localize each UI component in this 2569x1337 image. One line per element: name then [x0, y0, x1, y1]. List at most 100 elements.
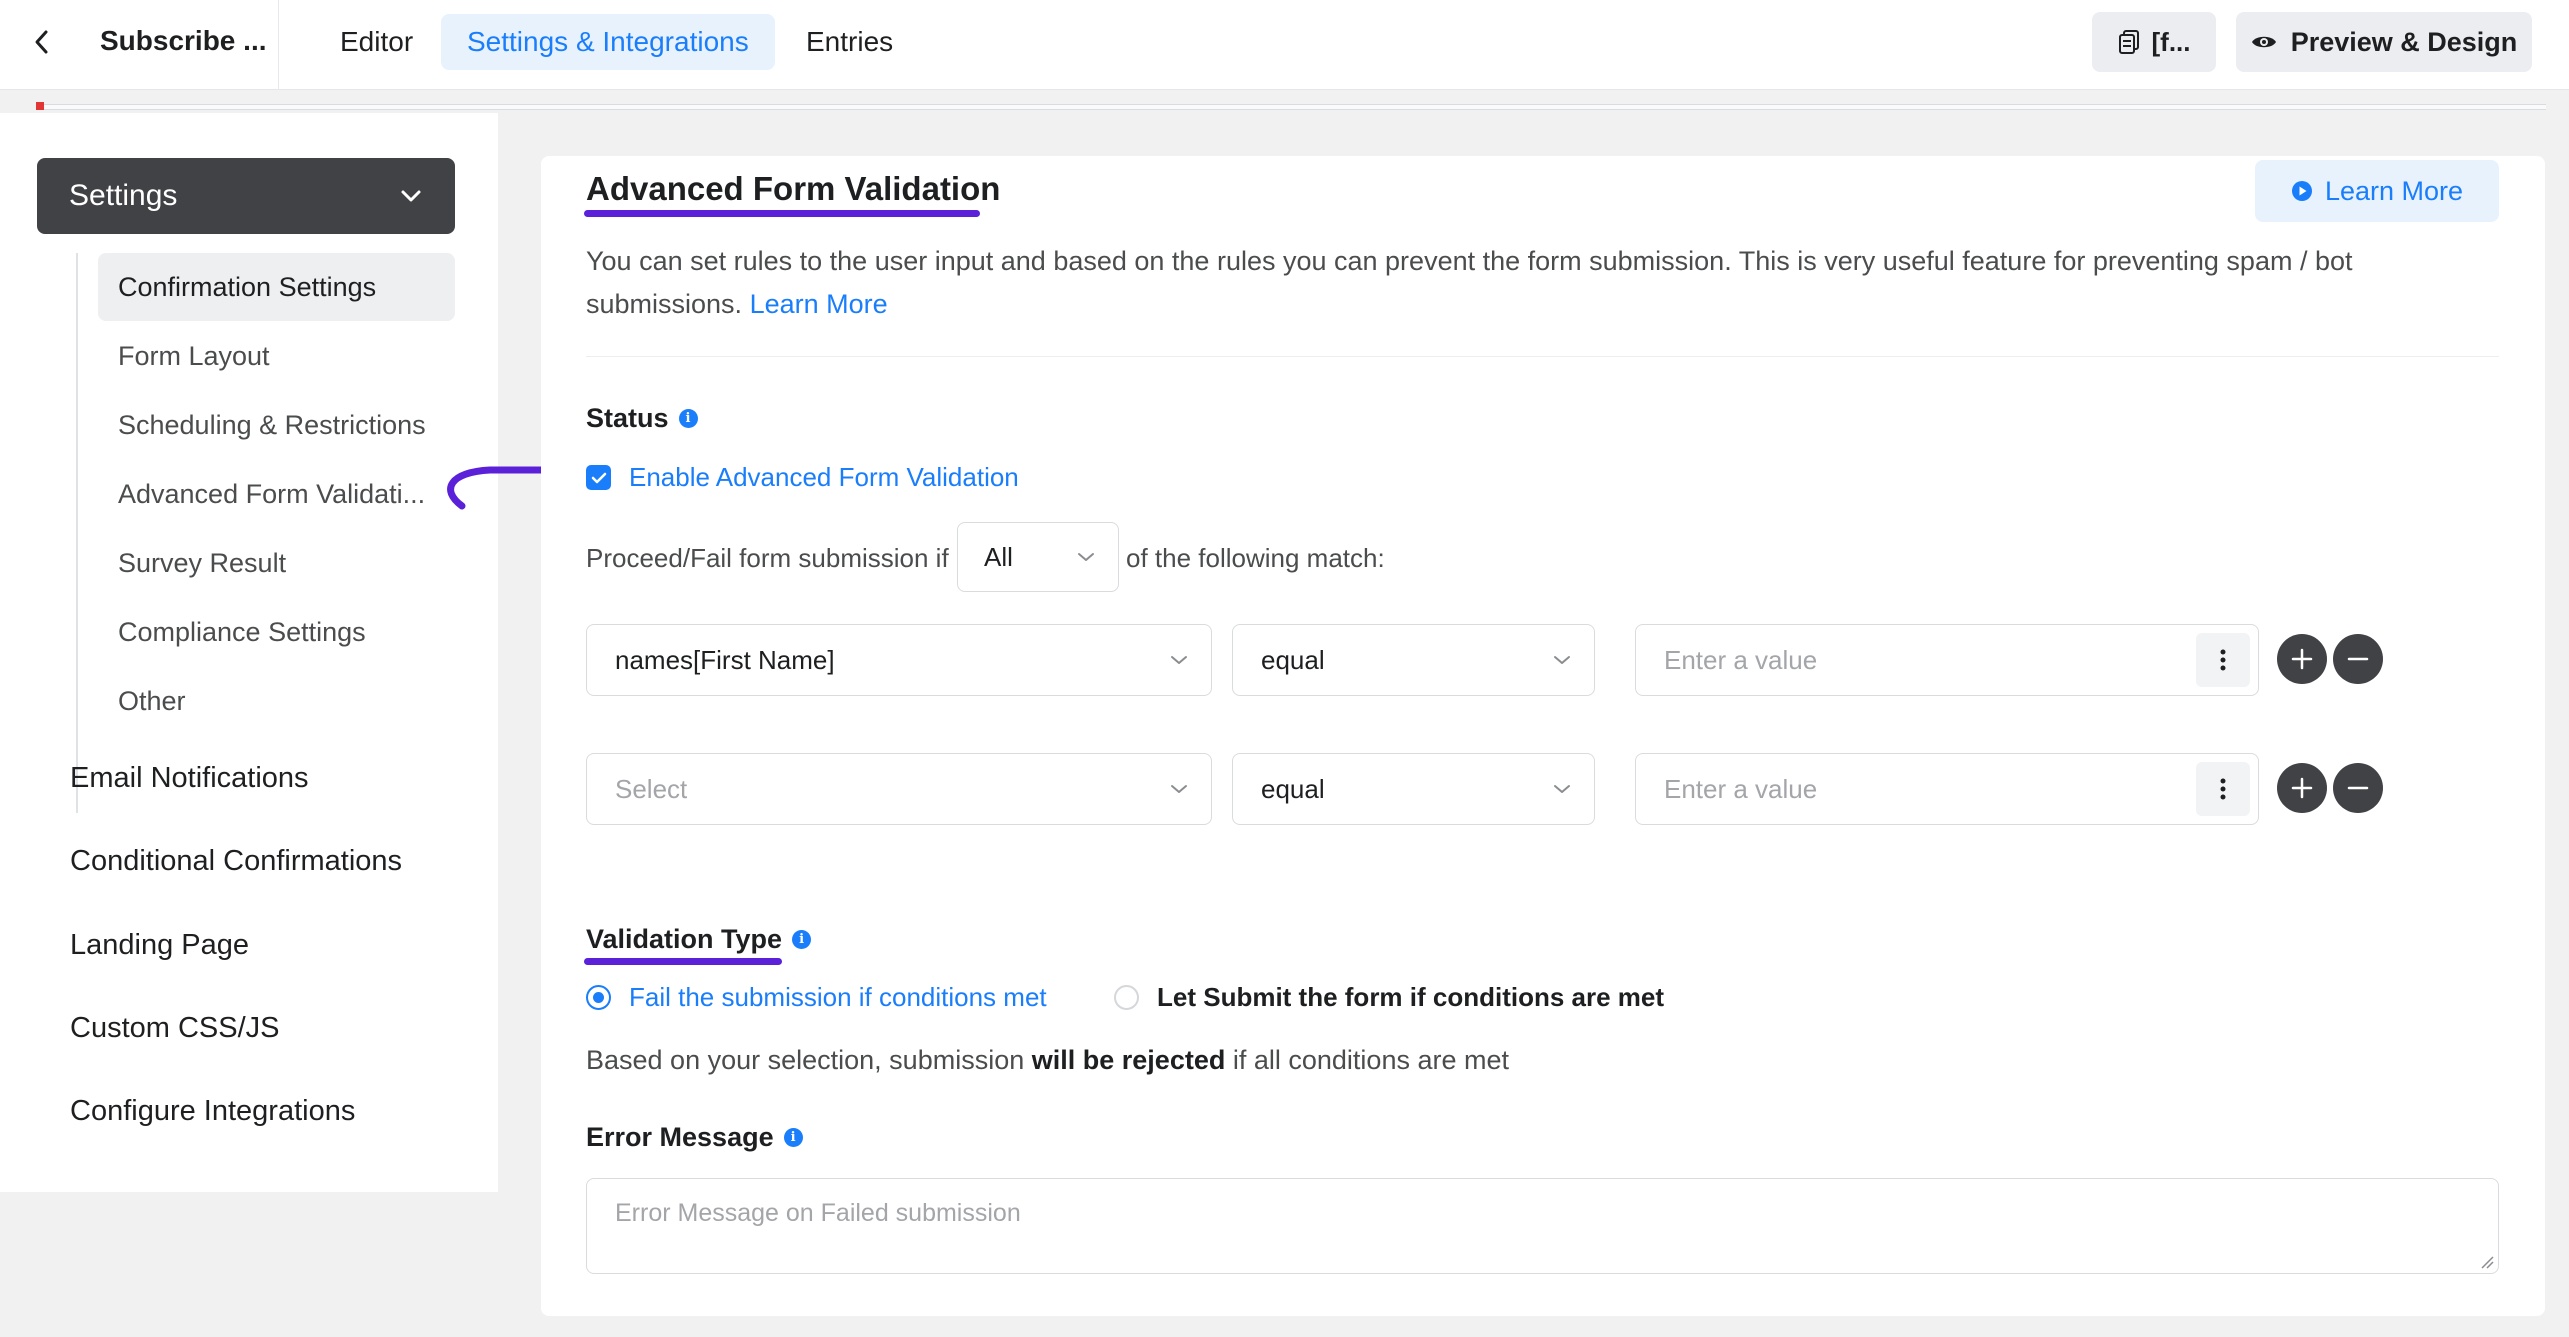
- play-circle-icon: [2291, 181, 2312, 201]
- sidebar-item-label: Scheduling & Restrictions: [118, 409, 426, 440]
- settings-dropdown[interactable]: Settings: [37, 158, 455, 234]
- summary-prefix: Based on your selection, submission: [586, 1045, 1025, 1075]
- page-title: Advanced Form Validation: [586, 170, 1001, 207]
- sidebar-item-email-notifications[interactable]: Email Notifications: [70, 762, 309, 795]
- sidebar-item-compliance-settings[interactable]: Compliance Settings: [98, 598, 455, 666]
- condition-options-button[interactable]: [2196, 633, 2250, 687]
- progress-strip: [36, 104, 2546, 110]
- enable-validation-checkbox[interactable]: [586, 465, 611, 490]
- enable-validation-label: Enable Advanced Form Validation: [629, 462, 1019, 492]
- sidebar-item-label: Form Layout: [118, 340, 270, 371]
- tab-entries[interactable]: Entries: [780, 14, 919, 70]
- plus-icon: [2291, 648, 2313, 670]
- sidebar-item-form-layout[interactable]: Form Layout: [98, 322, 455, 390]
- condition-field-placeholder: Select: [615, 773, 688, 804]
- condition-field-select[interactable]: names[First Name]: [586, 624, 1212, 696]
- error-message-heading: Error Message i: [586, 1122, 803, 1153]
- shortcode-label: [f...: [2151, 26, 2191, 57]
- info-icon[interactable]: i: [792, 930, 812, 949]
- learn-more-label: Learn More: [2324, 175, 2464, 206]
- kebab-icon: [2220, 649, 2226, 671]
- summary-emphasis: will be rejected: [1031, 1045, 1226, 1075]
- sidebar-item-scheduling-restrictions[interactable]: Scheduling & Restrictions: [98, 391, 455, 459]
- divider: [278, 0, 279, 90]
- sidebar-item-label: Advanced Form Validati...: [118, 478, 426, 509]
- progress-indicator: [36, 102, 44, 110]
- condition-field-value: names[First Name]: [615, 644, 835, 675]
- tab-editor[interactable]: Editor: [314, 14, 439, 70]
- sidebar-item-survey-result[interactable]: Survey Result: [98, 529, 455, 597]
- settings-card: [541, 156, 2545, 1316]
- remove-condition-button[interactable]: [2333, 634, 2383, 684]
- condition-value-input[interactable]: Enter a value: [1635, 624, 2259, 696]
- minus-icon: [2347, 786, 2369, 790]
- form-title: Subscribe ...: [100, 25, 267, 56]
- radio-button[interactable]: [1114, 985, 1139, 1010]
- radio-button-checked[interactable]: [586, 985, 611, 1010]
- top-bar: Subscribe ... Editor Settings & Integrat…: [0, 0, 2569, 90]
- error-message-textarea[interactable]: Error Message on Failed submission: [586, 1178, 2499, 1274]
- condition-operator-value: equal: [1261, 644, 1325, 675]
- condition-value-placeholder: Enter a value: [1664, 773, 1818, 804]
- proceed-prefix-text: Proceed/Fail form submission if: [586, 543, 949, 573]
- eye-icon: [2251, 36, 2276, 48]
- tab-settings-integrations[interactable]: Settings & Integrations: [441, 14, 775, 70]
- shortcode-button[interactable]: [f...: [2092, 12, 2216, 72]
- description: You can set rules to the user input and …: [586, 240, 2486, 326]
- plus-icon: [2291, 777, 2313, 799]
- chevron-down-icon: [1171, 785, 1187, 793]
- kebab-icon: [2220, 778, 2226, 800]
- sidebar-item-label: Survey Result: [118, 547, 287, 578]
- chevron-down-icon: [1171, 656, 1187, 664]
- sidebar-item-configure-integrations[interactable]: Configure Integrations: [70, 1095, 355, 1128]
- settings-label: Settings: [69, 179, 178, 212]
- summary-suffix: if all conditions are met: [1232, 1045, 1509, 1075]
- add-condition-button[interactable]: [2277, 634, 2327, 684]
- status-label: Status: [586, 403, 669, 433]
- check-icon: [591, 472, 606, 483]
- preview-design-button[interactable]: Preview & Design: [2236, 12, 2532, 72]
- error-message-label: Error Message: [586, 1122, 774, 1152]
- radio-let-submit[interactable]: Let Submit the form if conditions are me…: [1114, 982, 1664, 1013]
- info-icon[interactable]: i: [783, 1128, 803, 1147]
- validation-type-annotation-underline: [584, 958, 782, 965]
- preview-design-label: Preview & Design: [2290, 26, 2518, 57]
- settings-sidebar: Settings Confirmation Settings Form Layo…: [0, 113, 498, 1192]
- sidebar-item-other[interactable]: Other: [98, 667, 455, 735]
- match-type-value: All: [984, 541, 1013, 572]
- condition-value-input[interactable]: Enter a value: [1635, 753, 2259, 825]
- chevron-down-icon: [1554, 656, 1570, 664]
- chevron-left-icon: [35, 30, 48, 54]
- resize-grip-icon[interactable]: [2480, 1255, 2494, 1269]
- title-annotation-underline: [584, 210, 980, 217]
- chevron-down-icon: [1554, 785, 1570, 793]
- chevron-down-icon: [1078, 553, 1094, 561]
- radio-fail-submission[interactable]: Fail the submission if conditions met: [586, 982, 1047, 1013]
- sidebar-item-label: Other: [118, 685, 186, 716]
- validation-summary-text: Based on your selection, submission will…: [586, 1045, 1509, 1076]
- match-type-select[interactable]: All: [957, 522, 1119, 592]
- condition-field-select[interactable]: Select: [586, 753, 1212, 825]
- remove-condition-button[interactable]: [2333, 763, 2383, 813]
- add-condition-button[interactable]: [2277, 763, 2327, 813]
- sidebar-item-conditional-confirmations[interactable]: Conditional Confirmations: [70, 845, 402, 878]
- sidebar-item-confirmation-settings[interactable]: Confirmation Settings: [98, 253, 455, 321]
- validation-type-heading: Validation Type i: [586, 924, 812, 955]
- sidebar-item-landing-page[interactable]: Landing Page: [70, 929, 249, 962]
- sidebar-item-custom-css-js[interactable]: Custom CSS/JS: [70, 1012, 280, 1045]
- sidebar-item-label: Compliance Settings: [118, 616, 366, 647]
- learn-more-button[interactable]: Learn More: [2255, 160, 2499, 222]
- chevron-down-icon: [401, 190, 421, 202]
- condition-operator-select[interactable]: equal: [1232, 753, 1595, 825]
- sidebar-item-advanced-form-validation[interactable]: Advanced Form Validati...: [98, 460, 455, 528]
- shortcode-icon: [2118, 30, 2139, 54]
- condition-operator-select[interactable]: equal: [1232, 624, 1595, 696]
- radio-label: Let Submit the form if conditions are me…: [1157, 982, 1665, 1012]
- description-learn-more-link[interactable]: Learn More: [750, 289, 888, 319]
- enable-validation-checkbox-row[interactable]: Enable Advanced Form Validation: [586, 462, 1019, 493]
- proceed-suffix-text: of the following match:: [1126, 543, 1385, 573]
- error-message-placeholder: Error Message on Failed submission: [615, 1199, 1021, 1227]
- info-icon[interactable]: i: [678, 409, 698, 428]
- condition-options-button[interactable]: [2196, 762, 2250, 816]
- back-button[interactable]: [22, 22, 62, 62]
